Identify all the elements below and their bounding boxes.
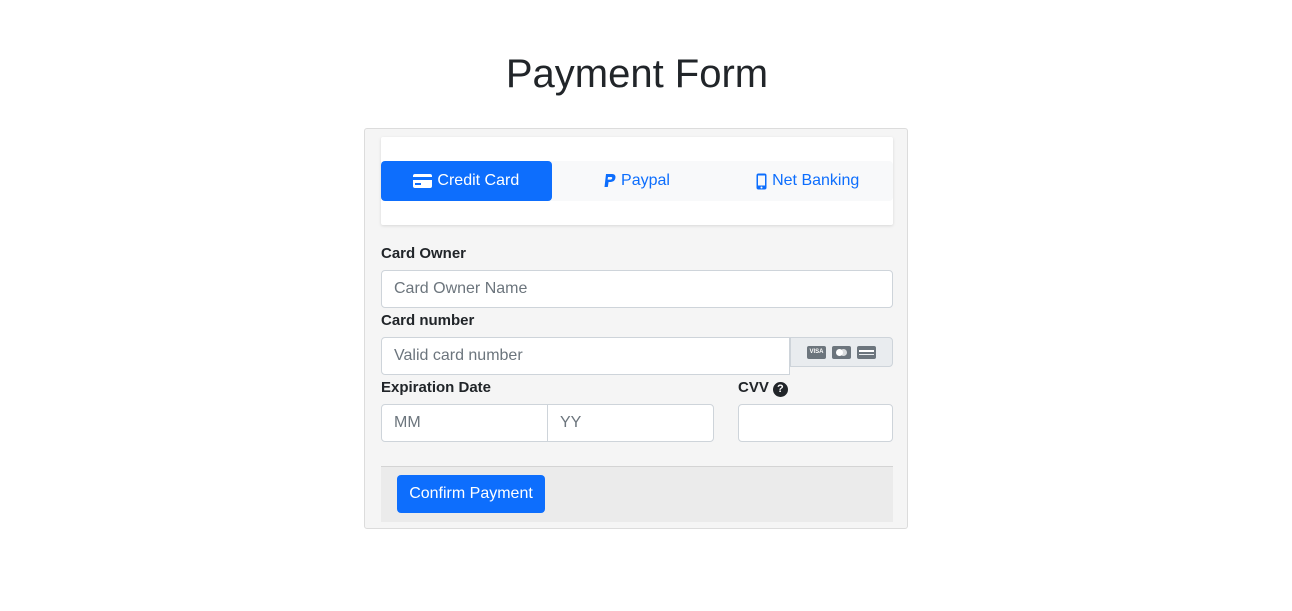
expiration-date-label: Expiration Date — [381, 379, 492, 396]
card-owner-label: Card Owner — [381, 245, 467, 262]
credit-card-icon — [413, 174, 433, 188]
payment-card: Credit Card Paypal Net Banking Card Owne… — [364, 128, 908, 529]
visa-icon — [807, 345, 826, 359]
cvv-input[interactable] — [738, 404, 893, 442]
cvv-label: CVV — [738, 379, 769, 396]
confirm-payment-button[interactable]: Confirm Payment — [397, 475, 545, 513]
expiration-year-input[interactable] — [547, 404, 714, 442]
tab-paypal[interactable]: Paypal — [552, 161, 723, 201]
page-title: Payment Form — [505, 52, 769, 96]
mobile-icon — [756, 173, 767, 190]
payment-method-panel: Credit Card Paypal Net Banking — [381, 137, 893, 225]
credit-card-icon — [857, 345, 876, 359]
card-number-label: Card number — [381, 312, 475, 329]
tab-net-banking[interactable]: Net Banking — [722, 161, 893, 201]
mastercard-icon — [832, 345, 851, 359]
card-owner-input[interactable] — [381, 270, 893, 308]
card-number-input[interactable] — [381, 337, 790, 375]
cvv-label-group: CVV? — [738, 378, 788, 398]
tab-net-banking-label: Net Banking — [772, 172, 860, 189]
tab-credit-card-label: Credit Card — [437, 172, 520, 189]
card-brands-addon — [790, 337, 893, 367]
payment-method-tabs: Credit Card Paypal Net Banking — [381, 161, 893, 201]
expiration-month-input[interactable] — [381, 404, 548, 442]
card-footer: Confirm Payment — [381, 466, 893, 522]
tab-credit-card[interactable]: Credit Card — [381, 161, 552, 201]
question-circle-icon[interactable]: ? — [772, 382, 788, 397]
paypal-icon — [604, 174, 616, 188]
tab-paypal-label: Paypal — [621, 172, 670, 189]
